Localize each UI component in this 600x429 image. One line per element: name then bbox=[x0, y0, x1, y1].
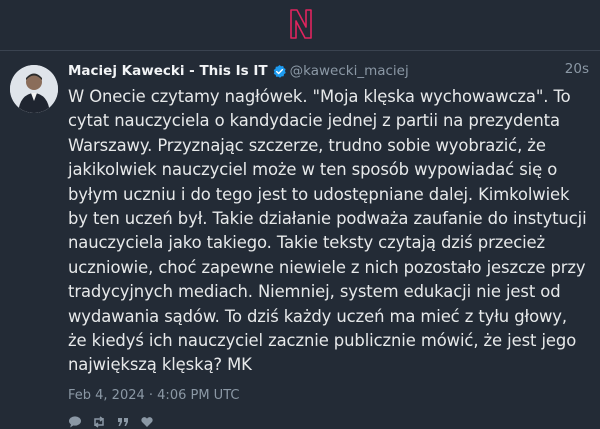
retweet-icon[interactable] bbox=[92, 415, 106, 429]
tweet-content: Maciej Kawecki - This Is IT @kawecki_mac… bbox=[68, 61, 590, 429]
n-logo-icon[interactable] bbox=[286, 8, 316, 40]
user-handle[interactable]: @kawecki_maciej bbox=[290, 63, 409, 79]
tweet-timestamp[interactable]: Feb 4, 2024 · 4:06 PM UTC bbox=[68, 388, 590, 403]
tweet-actions bbox=[68, 415, 590, 429]
like-icon[interactable] bbox=[140, 415, 154, 429]
relative-time[interactable]: 20s bbox=[565, 61, 589, 77]
verified-badge-icon bbox=[272, 64, 287, 79]
avatar[interactable] bbox=[10, 65, 58, 113]
reply-icon[interactable] bbox=[68, 415, 82, 429]
quote-icon[interactable] bbox=[116, 415, 130, 429]
display-name[interactable]: Maciej Kawecki - This Is IT bbox=[68, 63, 268, 79]
top-bar bbox=[0, 0, 600, 51]
tweet-card[interactable]: Maciej Kawecki - This Is IT @kawecki_mac… bbox=[0, 51, 600, 428]
tweet-text: W Onecie czytamy nagłówek. "Moja klęska … bbox=[68, 87, 587, 375]
tweet-header: Maciej Kawecki - This Is IT @kawecki_mac… bbox=[68, 61, 590, 81]
